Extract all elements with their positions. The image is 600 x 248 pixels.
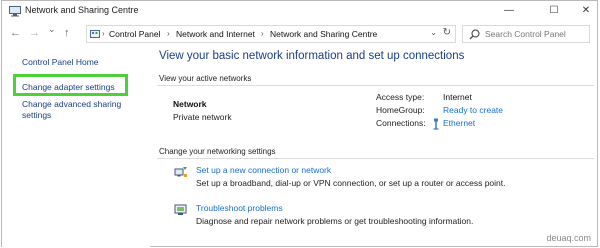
breadcrumb-network-sharing-centre[interactable]: Network and Sharing Centre <box>270 29 377 39</box>
troubleshoot-description: Diagnose and repair network problems or … <box>196 216 474 226</box>
troubleshoot-link[interactable]: Troubleshoot problems <box>196 203 283 213</box>
setup-connection-link[interactable]: Set up a new connection or network <box>196 165 331 175</box>
active-networks-heading: View your active networks <box>159 74 252 83</box>
close-button[interactable]: ✕ <box>578 3 594 19</box>
network-name: Network <box>173 99 207 109</box>
back-button[interactable]: ← <box>10 27 21 39</box>
address-bar[interactable]: › Control Panel › Network and Internet ›… <box>86 25 456 43</box>
minimize-button[interactable]: — <box>501 3 517 19</box>
control-panel-icon <box>90 30 100 38</box>
watermark: deuaq.com <box>546 233 591 243</box>
connections-label: Connections: <box>376 118 426 128</box>
access-type-value: Internet <box>443 92 472 102</box>
refresh-icon[interactable]: ↻ <box>443 27 451 38</box>
forward-button[interactable]: → <box>29 27 40 39</box>
search-icon <box>469 29 480 40</box>
networking-settings-heading: Change your networking settings <box>159 147 276 156</box>
breadcrumb-separator: › <box>167 29 170 38</box>
setup-connection-description: Set up a broadband, dial-up or VPN conne… <box>196 178 506 188</box>
change-adapter-settings-link[interactable]: Change adapter settings <box>22 82 115 93</box>
homegroup-label: HomeGroup: <box>376 105 425 115</box>
ethernet-link[interactable]: Ethernet <box>443 118 475 128</box>
maximize-button[interactable]: ☐ <box>546 3 562 19</box>
new-connection-icon <box>174 167 187 177</box>
breadcrumb-network-internet[interactable]: Network and Internet <box>176 29 255 39</box>
search-box[interactable]: Search Control Panel <box>462 25 590 43</box>
window-frame: Network and Sharing Centre — ☐ ✕ ← → ⌄ ↑… <box>1 0 598 248</box>
change-advanced-sharing-link-cont[interactable]: settings <box>22 110 51 121</box>
network-category[interactable]: Private network <box>173 112 232 122</box>
homegroup-link[interactable]: Ready to create <box>443 105 503 115</box>
network-centre-app-icon <box>9 6 21 17</box>
address-dropdown-icon[interactable]: ⌄ <box>430 28 437 37</box>
breadcrumb-control-panel[interactable]: Control Panel <box>109 29 161 39</box>
window-title: Network and Sharing Centre <box>25 5 139 15</box>
troubleshoot-icon <box>174 204 187 215</box>
access-type-label: Access type: <box>376 92 425 102</box>
control-panel-home-link[interactable]: Control Panel Home <box>22 57 99 67</box>
breadcrumb-separator: › <box>102 29 105 38</box>
breadcrumb-separator: › <box>261 29 264 38</box>
title-bar: Network and Sharing Centre — ☐ ✕ <box>2 1 597 23</box>
divider <box>157 158 594 159</box>
change-advanced-sharing-link[interactable]: Change advanced sharing <box>22 99 121 110</box>
page-title: View your basic network information and … <box>159 50 465 62</box>
search-input[interactable]: Search Control Panel <box>485 29 566 39</box>
recent-locations-button[interactable]: ⌄ <box>48 24 56 35</box>
up-button[interactable]: ↑ <box>64 27 70 39</box>
divider <box>157 85 594 86</box>
ethernet-icon <box>433 118 439 130</box>
